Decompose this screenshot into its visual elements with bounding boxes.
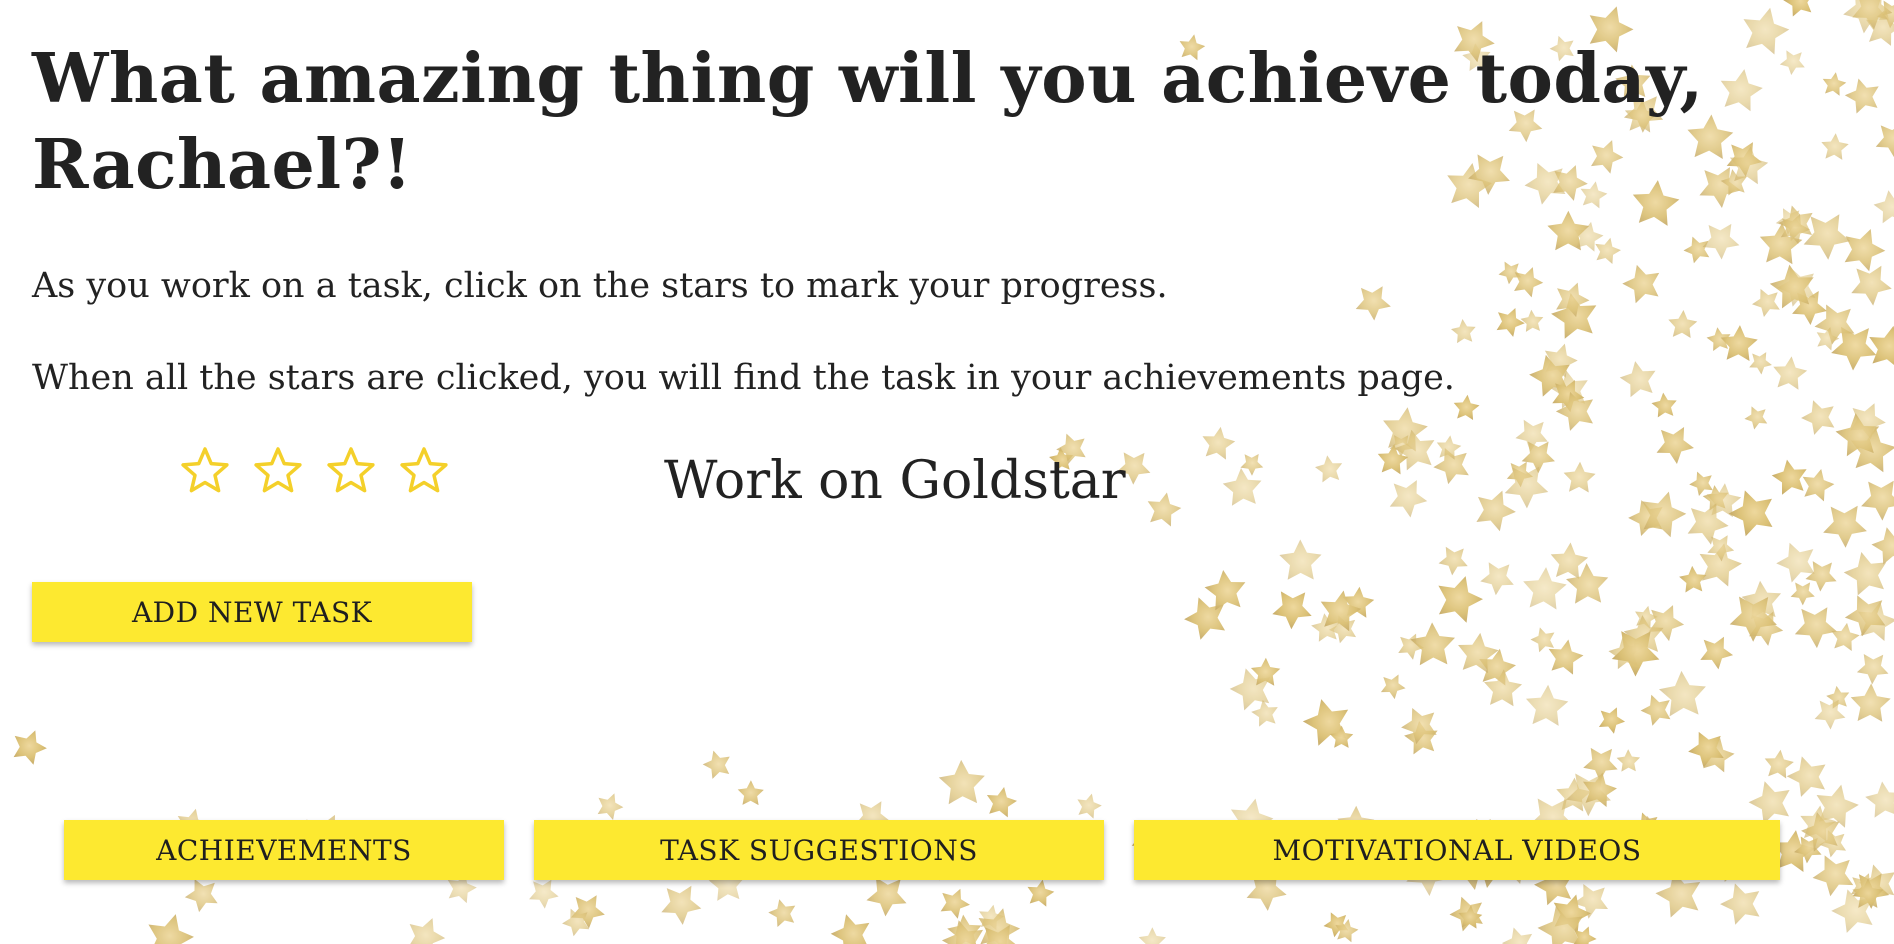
task-suggestions-button[interactable]: TASK SUGGESTIONS (534, 820, 1104, 880)
star-outline-icon[interactable] (178, 444, 232, 498)
instruction-achievements: When all the stars are clicked, you will… (32, 358, 1455, 398)
page-title: What amazing thing will you achieve toda… (32, 39, 1704, 205)
add-new-task-button[interactable]: ADD NEW TASK (32, 582, 472, 642)
progress-stars (178, 444, 451, 498)
task-title: Work on Goldstar (664, 451, 1126, 511)
achievements-button[interactable]: ACHIEVEMENTS (64, 820, 504, 880)
star-outline-icon[interactable] (251, 444, 305, 498)
motivational-videos-button[interactable]: MOTIVATIONAL VIDEOS (1134, 820, 1780, 880)
star-outline-icon[interactable] (324, 444, 378, 498)
instruction-progress: As you work on a task, click on the star… (32, 266, 1168, 306)
star-outline-icon[interactable] (397, 444, 451, 498)
task-row: Work on Goldstar (0, 440, 1200, 520)
